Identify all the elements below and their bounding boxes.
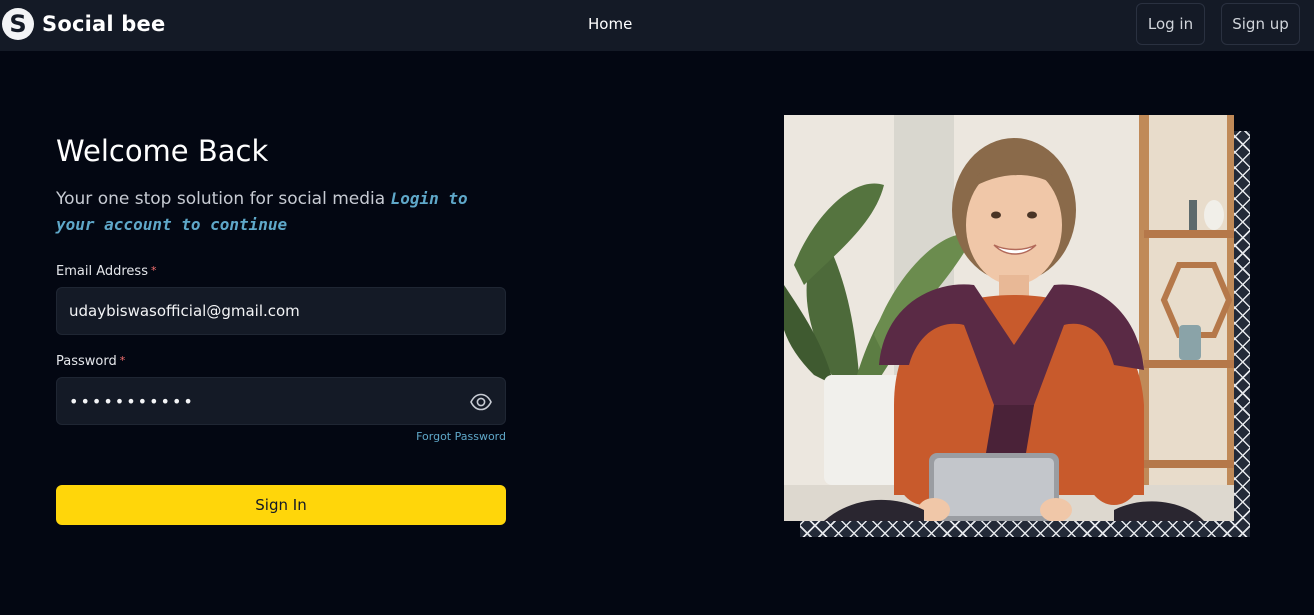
- social-bee-logo: S: [2, 8, 34, 40]
- subtitle-text: Your one stop solution for social media: [56, 189, 386, 209]
- forgot-password-link[interactable]: Forgot Password: [380, 430, 506, 443]
- page-title: Welcome Back: [56, 134, 269, 168]
- login-button[interactable]: Log in: [1136, 3, 1205, 45]
- password-label-text: Password: [56, 354, 117, 369]
- email-field[interactable]: [69, 302, 449, 320]
- brand-link[interactable]: S Social bee: [2, 8, 165, 40]
- password-label: Password *: [56, 354, 125, 369]
- email-label-text: Email Address: [56, 264, 148, 279]
- signin-button[interactable]: Sign In: [56, 485, 506, 525]
- required-marker: *: [119, 354, 126, 367]
- hero-photo-illustration: [784, 115, 1234, 521]
- required-marker: *: [150, 264, 157, 277]
- signup-button[interactable]: Sign up: [1221, 3, 1300, 45]
- eye-icon[interactable]: [469, 391, 493, 413]
- page-subtitle: Your one stop solution for social media …: [56, 186, 506, 238]
- brand-name: Social bee: [42, 12, 166, 36]
- logo-initial: S: [9, 10, 27, 38]
- password-field[interactable]: [69, 391, 449, 411]
- password-field-box: [56, 377, 506, 425]
- hero-photo: [784, 115, 1234, 521]
- email-field-box: [56, 287, 506, 335]
- top-navbar: S Social bee Home Log in Sign up: [0, 0, 1314, 51]
- email-label: Email Address *: [56, 264, 156, 279]
- nav-home-link[interactable]: Home: [588, 15, 632, 33]
